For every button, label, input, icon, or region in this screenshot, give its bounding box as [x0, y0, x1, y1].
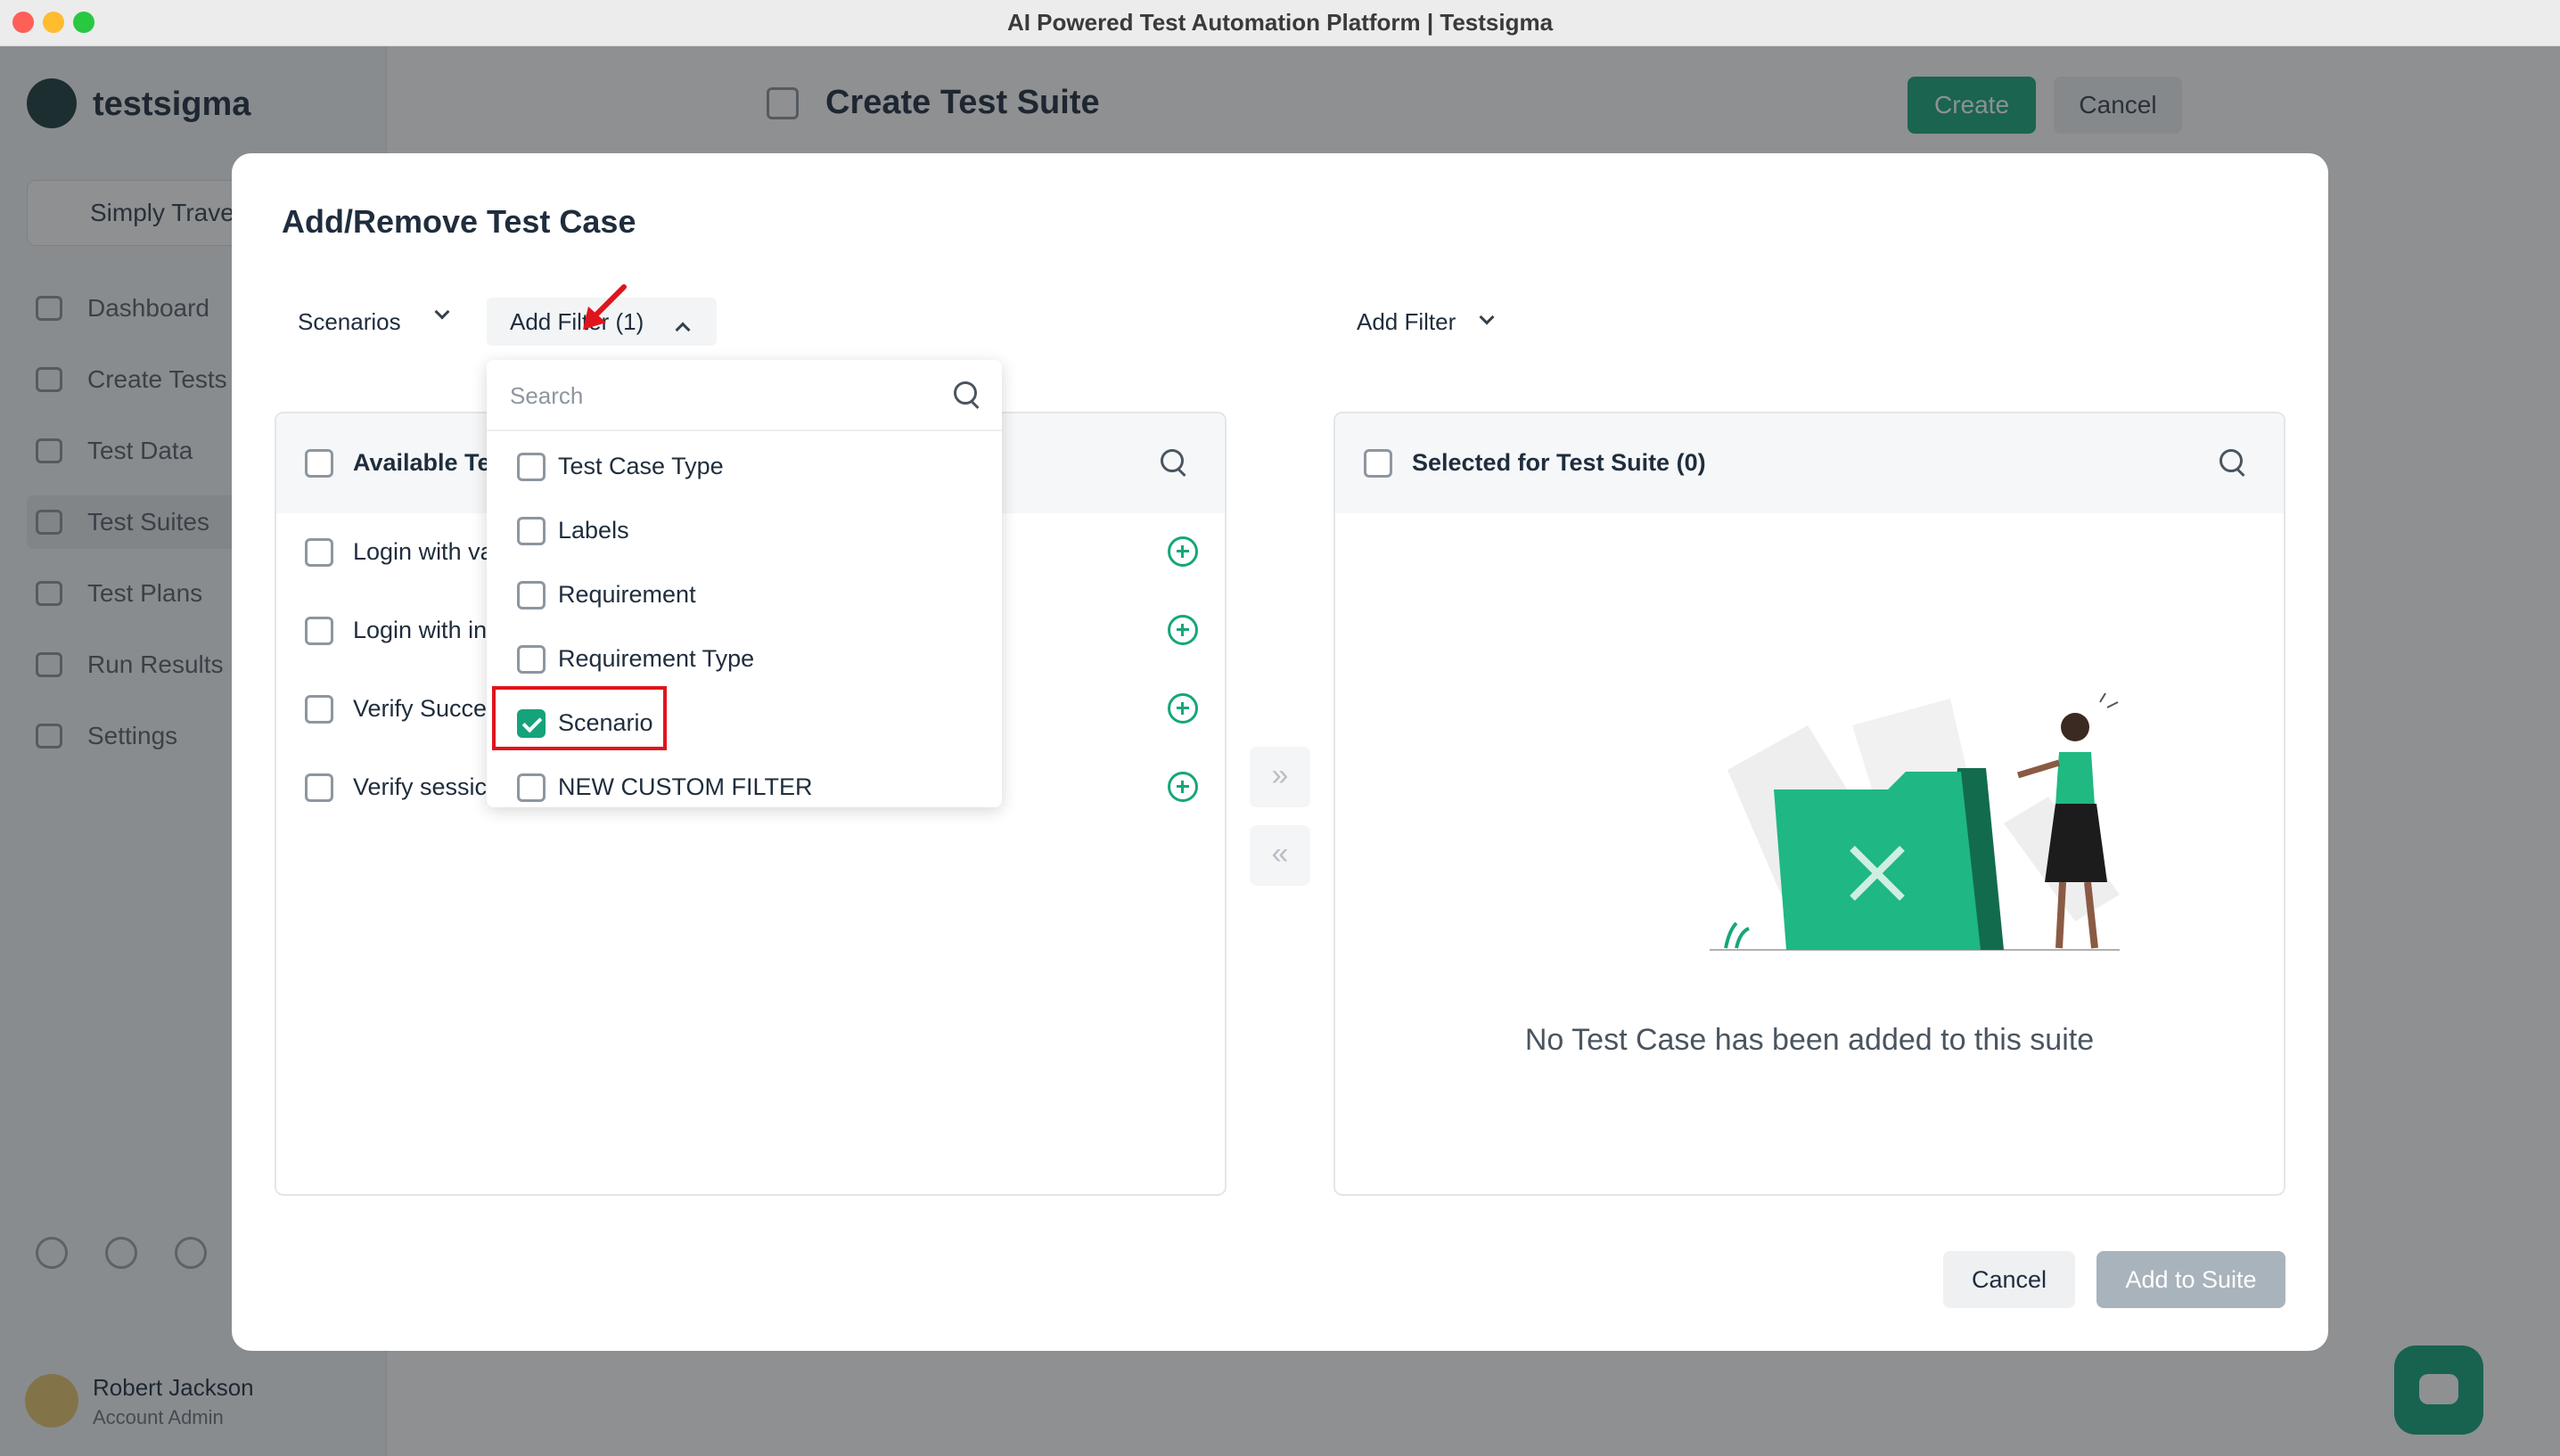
available-header-label: Available Te — [353, 449, 491, 476]
filter-option-requirement[interactable]: Requirement — [487, 563, 1002, 627]
select-all-available-checkbox[interactable] — [305, 449, 333, 478]
test-case-label: Login with va — [353, 538, 494, 565]
add-filter-right-label: Add Filter — [1357, 308, 1456, 335]
modal-title: Add/Remove Test Case — [282, 203, 636, 240]
filter-search-input[interactable] — [510, 376, 938, 415]
filter-option-label: Requirement Type — [558, 645, 755, 672]
red-pointer-arrow-icon — [583, 284, 627, 330]
add-to-suite-button[interactable]: Add to Suite — [2096, 1251, 2285, 1308]
cancel-button[interactable]: Cancel — [1943, 1251, 2075, 1308]
add-remove-test-case-modal: Add/Remove Test Case Scenarios Add Filte… — [232, 153, 2328, 1351]
filter-option-label: NEW CUSTOM FILTER — [558, 773, 813, 800]
add-circle-icon[interactable] — [1168, 772, 1198, 802]
window-titlebar: AI Powered Test Automation Platform | Te… — [0, 0, 2560, 46]
annotation-highlight-box — [492, 686, 667, 750]
filter-option-label: Requirement — [558, 581, 696, 608]
filter-checkbox[interactable] — [517, 517, 546, 545]
selected-header-label: Selected for Test Suite (0) — [1412, 449, 1706, 476]
test-case-checkbox[interactable] — [305, 538, 333, 567]
scenarios-label: Scenarios — [298, 308, 401, 335]
add-circle-icon[interactable] — [1168, 615, 1198, 645]
test-case-checkbox[interactable] — [305, 617, 333, 645]
filter-option-label: Test Case Type — [558, 453, 724, 479]
empty-folder-illustration — [1710, 692, 2120, 951]
filter-option-label: Labels — [558, 517, 629, 544]
selected-test-cases-panel: Selected for Test Suite (0) No Test Case… — [1333, 412, 2285, 1196]
window-title: AI Powered Test Automation Platform | Te… — [1006, 9, 1554, 36]
empty-state-message: No Test Case has been added to this suit… — [1524, 1023, 2095, 1057]
test-case-checkbox[interactable] — [305, 773, 333, 802]
add-circle-icon[interactable] — [1168, 693, 1198, 724]
filter-checkbox[interactable] — [517, 773, 546, 802]
chevron-up-icon — [675, 322, 691, 338]
filter-checkbox[interactable] — [517, 453, 546, 481]
filter-option-new-custom-filter[interactable]: NEW CUSTOM FILTER — [487, 756, 1002, 807]
test-case-checkbox[interactable] — [305, 695, 333, 724]
move-right-button[interactable]: » — [1250, 747, 1310, 807]
chevron-down-icon — [434, 304, 450, 320]
add-circle-icon[interactable] — [1168, 536, 1198, 567]
test-case-label: Verify Succe — [353, 695, 488, 722]
filter-checkbox[interactable] — [517, 645, 546, 674]
test-case-label: Verify sessic — [353, 773, 488, 800]
select-all-selected-checkbox[interactable] — [1364, 449, 1392, 478]
filter-checkbox[interactable] — [517, 581, 546, 609]
move-left-button[interactable]: « — [1250, 825, 1310, 886]
filter-option-labels[interactable]: Labels — [487, 499, 1002, 563]
scenarios-dropdown[interactable]: Scenarios — [298, 298, 458, 346]
search-icon[interactable] — [1161, 449, 1187, 476]
dropdown-search — [487, 360, 1002, 431]
search-icon[interactable] — [2219, 449, 2246, 476]
panel-header: Selected for Test Suite (0) — [1335, 413, 2284, 513]
search-icon — [954, 381, 981, 408]
filter-option-test-case-type[interactable]: Test Case Type — [487, 435, 1002, 499]
add-filter-right-button[interactable]: Add Filter — [1357, 298, 1535, 346]
filter-option-requirement-type[interactable]: Requirement Type — [487, 627, 1002, 691]
test-case-label: Login with in — [353, 617, 488, 643]
